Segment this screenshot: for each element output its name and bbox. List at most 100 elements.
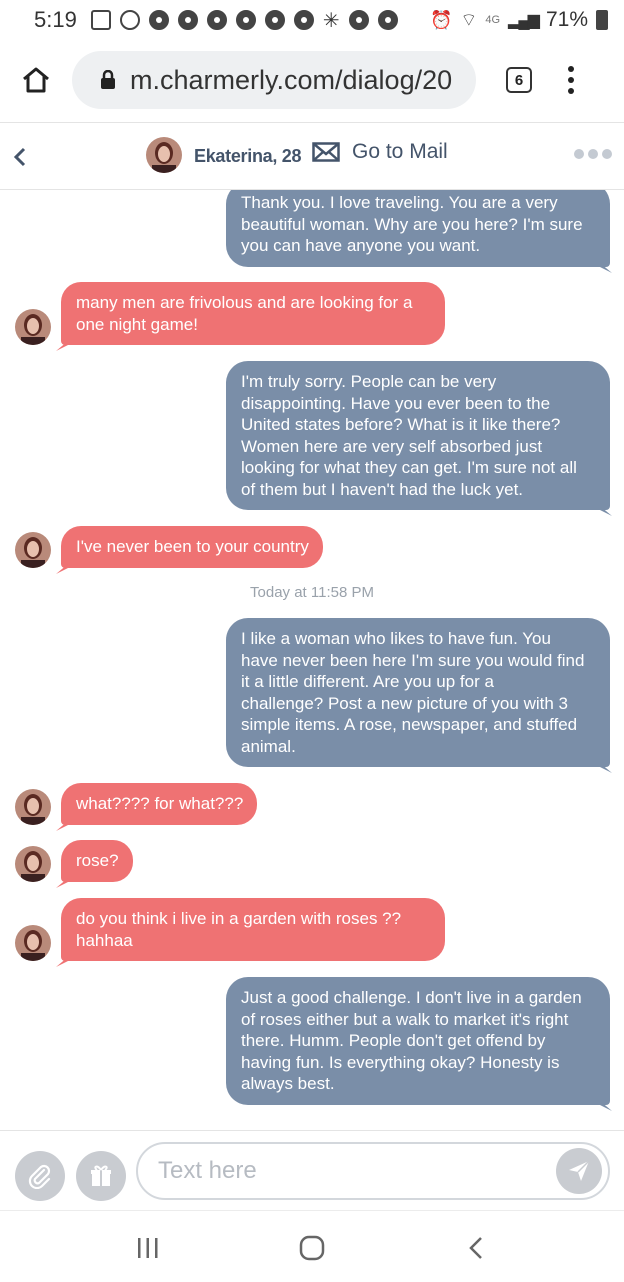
- message-input-wrapper: [136, 1142, 610, 1200]
- bubble-tail: [56, 820, 68, 831]
- notification-icons: ✳: [90, 8, 398, 33]
- home-button[interactable]: [0, 40, 72, 120]
- message-line: Just a good challenge. I don't live in a…: [241, 988, 582, 1007]
- avatar[interactable]: [15, 925, 51, 961]
- send-icon: [569, 1160, 590, 1181]
- home-circle-icon: [299, 1235, 325, 1261]
- message-list[interactable]: Thank you. I love traveling. You are a v…: [0, 190, 624, 1130]
- message-line: challenge? Post a new picture of you wit…: [241, 693, 568, 713]
- chrome-icon: [177, 10, 198, 30]
- home-nav-button[interactable]: [292, 1233, 332, 1263]
- chrome-icon: [264, 10, 285, 30]
- message-line: simple items. A rose, newspaper, and stu…: [241, 715, 578, 734]
- bubble-tail: [56, 341, 68, 351]
- incoming-message[interactable]: rose?: [56, 840, 133, 888]
- message-line: have never been here I'm sure you would …: [241, 650, 585, 670]
- message-line: of them but I haven't had the luck yet.: [241, 479, 524, 499]
- gift-button[interactable]: [76, 1151, 126, 1201]
- contact-avatar[interactable]: [146, 137, 182, 173]
- address-bar[interactable]: m.charmerly.com/dialog/20: [72, 51, 476, 109]
- message-line: I like a woman who likes to have fun. Yo…: [241, 629, 551, 648]
- bubble-tail: [56, 563, 68, 574]
- chrome-icon: [377, 10, 398, 30]
- message-line: hahhaa: [76, 930, 133, 950]
- send-button[interactable]: [556, 1148, 602, 1194]
- browser-menu-button[interactable]: [568, 66, 574, 94]
- wifi-icon: ⌔: [460, 9, 478, 30]
- paperclip-icon: [28, 1164, 51, 1189]
- tab-count: 6: [514, 71, 524, 89]
- message-line: having fun. Is everything okay? Honesty …: [241, 1052, 560, 1072]
- attach-button[interactable]: [15, 1151, 65, 1201]
- message-line: Women here are very self absorbed just: [241, 436, 543, 456]
- chrome-icon: [235, 10, 256, 30]
- message-line: animal.: [241, 736, 296, 756]
- outgoing-message[interactable]: I'm truly sorry. People can be very disa…: [226, 361, 612, 516]
- back-nav-button[interactable]: [456, 1233, 496, 1263]
- incoming-message[interactable]: many men are frivolous and are looking f…: [56, 282, 445, 351]
- battery-percent: 71%: [545, 8, 588, 31]
- message-line: disappointing. Have you ever been to the: [241, 393, 551, 413]
- outgoing-message[interactable]: I like a woman who likes to have fun. Yo…: [226, 618, 612, 773]
- chrome-icon: [206, 10, 227, 30]
- url-text: m.charmerly.com/dialog/20: [130, 64, 453, 95]
- message-line: you can have anyone you want.: [241, 236, 481, 255]
- message-line: it a little different. Are you up for a: [241, 672, 494, 691]
- lock-icon: [101, 70, 115, 89]
- signal-icon: ▂▄▆: [508, 12, 540, 29]
- back-button[interactable]: [8, 141, 32, 173]
- outgoing-message[interactable]: Thank you. I love traveling. You are a v…: [226, 190, 612, 273]
- bubble-tail: [600, 262, 612, 273]
- alarm-icon: ⏰: [429, 9, 453, 30]
- home-icon: [23, 67, 49, 93]
- status-right: ⏰ ⌔ 4G ▂▄▆ 71%: [430, 8, 608, 32]
- bubble-tail: [56, 957, 68, 967]
- avatar[interactable]: [15, 309, 51, 345]
- message-line: do you think i live in a garden with ros…: [76, 909, 402, 928]
- message-line: beautiful woman. Why are you here? I'm s…: [241, 214, 583, 234]
- message-line: of roses either but a walk to market it'…: [241, 1009, 569, 1029]
- incoming-message[interactable]: do you think i live in a garden with ros…: [56, 898, 445, 967]
- mail-icon: [312, 142, 340, 162]
- avatar[interactable]: [15, 532, 51, 568]
- browser-toolbar: m.charmerly.com/dialog/20 6: [0, 40, 624, 120]
- avatar[interactable]: [15, 846, 51, 882]
- notification-icon: [90, 10, 111, 30]
- avatar-image: [146, 137, 182, 173]
- message-line: what???? for what???: [76, 794, 244, 813]
- status-bar: 5:19 ✳ ⏰ ⌔ 4G ▂▄▆ 71%: [0, 0, 624, 40]
- chevron-left-icon: [13, 147, 26, 167]
- chrome-icon: [148, 10, 169, 30]
- message-line: always best.: [241, 1074, 335, 1093]
- message-line: there. Humm. People don't get offend by: [241, 1031, 546, 1050]
- network-type: 4G: [485, 14, 501, 26]
- message-line: one night game!: [76, 314, 198, 334]
- back-arrow-icon: [469, 1237, 482, 1259]
- message-composer: [0, 1130, 624, 1210]
- bubble-tail: [600, 1100, 612, 1111]
- incoming-message[interactable]: what???? for what???: [56, 783, 258, 831]
- recent-apps-icon: [138, 1238, 158, 1258]
- bubble-tail: [600, 506, 612, 516]
- contact-name[interactable]: Ekaterina, 28: [194, 146, 301, 167]
- go-to-mail-button[interactable]: Go to Mail: [312, 140, 448, 164]
- bubble-tail: [56, 877, 68, 888]
- date-separator: Today at 11:58 PM: [250, 584, 374, 601]
- recent-apps-button[interactable]: [128, 1233, 168, 1263]
- gift-icon: [91, 1165, 111, 1186]
- bubble-tail: [600, 763, 612, 773]
- tab-switcher-button[interactable]: 6: [506, 67, 532, 93]
- message-input[interactable]: [138, 1144, 538, 1198]
- chrome-icon: [348, 10, 369, 30]
- more-options-button[interactable]: [574, 149, 612, 159]
- account-icon: [119, 10, 140, 30]
- incoming-message[interactable]: I've never been to your country: [56, 526, 323, 574]
- sparkle-icon: ✳: [322, 9, 340, 32]
- chrome-icon: [293, 10, 314, 30]
- status-time: 5:19: [34, 7, 77, 32]
- message-line: I'm truly sorry. People can be very: [241, 372, 497, 391]
- battery-icon: [596, 10, 608, 30]
- message-line: Thank you. I love traveling. You are a v…: [241, 193, 558, 212]
- outgoing-message[interactable]: Just a good challenge. I don't live in a…: [226, 977, 612, 1111]
- avatar[interactable]: [15, 789, 51, 825]
